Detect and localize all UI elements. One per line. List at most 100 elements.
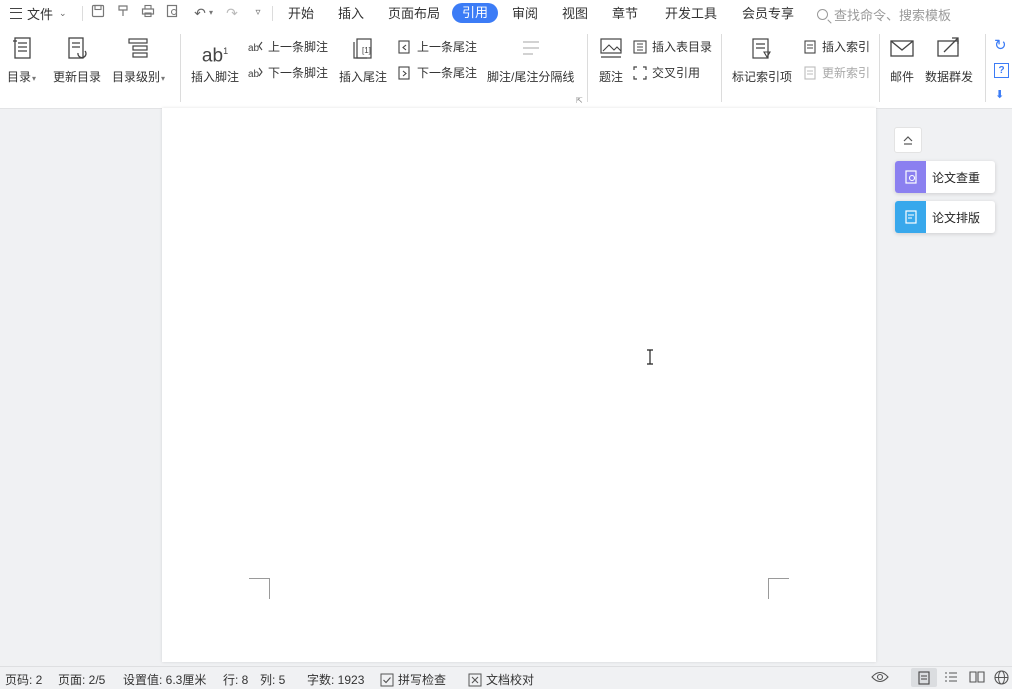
group-divider bbox=[180, 34, 181, 102]
print-preview-icon[interactable] bbox=[164, 4, 182, 22]
document-page[interactable] bbox=[162, 108, 876, 662]
mail-button[interactable]: 邮件 bbox=[889, 36, 915, 85]
group-divider bbox=[721, 34, 722, 102]
next-endnote-button[interactable]: 下一条尾注 bbox=[397, 64, 477, 81]
caption-button[interactable]: 题注 bbox=[598, 36, 624, 85]
collapse-up-icon bbox=[903, 136, 913, 145]
tab-chapter[interactable]: 章节 bbox=[610, 5, 640, 23]
update-toc-label: 更新目录 bbox=[53, 70, 102, 84]
group-divider bbox=[879, 34, 880, 102]
paper-formatting-button[interactable]: 论文排版 bbox=[895, 201, 995, 233]
chevron-down-icon: ⌄ bbox=[59, 7, 67, 18]
eye-protection-icon[interactable] bbox=[871, 670, 889, 687]
undo-dropdown-icon[interactable]: ▾ bbox=[209, 8, 213, 17]
update-toc-icon bbox=[68, 37, 87, 59]
plagiarism-check-button[interactable]: 论文查重 bbox=[895, 161, 995, 193]
mail-icon bbox=[890, 40, 914, 57]
footnote-icon: ab1 bbox=[201, 45, 229, 67]
file-menu-label: 文件 bbox=[27, 6, 54, 22]
prev-footnote-button[interactable]: ab 上一条脚注 bbox=[248, 38, 328, 55]
help-icon[interactable]: ? bbox=[994, 63, 1009, 78]
data-mass-send-button[interactable]: 数据群发 bbox=[925, 36, 973, 85]
dialog-launcher-icon[interactable]: ⇱ bbox=[576, 96, 583, 105]
side-panel-collapse-button[interactable] bbox=[894, 127, 922, 153]
tab-member-exclusive[interactable]: 会员专享 bbox=[740, 5, 796, 23]
format-painter-icon[interactable] bbox=[114, 4, 132, 22]
next-endnote-icon bbox=[398, 65, 410, 80]
prev-endnote-button[interactable]: 上一条尾注 bbox=[397, 38, 477, 55]
next-endnote-label: 下一条尾注 bbox=[417, 66, 478, 80]
page-view-icon[interactable] bbox=[911, 668, 937, 687]
customize-quick-access-icon[interactable]: ▿ bbox=[249, 4, 267, 22]
undo-icon[interactable]: ↶ bbox=[191, 4, 209, 22]
prev-endnote-label: 上一条尾注 bbox=[417, 40, 478, 54]
prev-footnote-icon: ab bbox=[248, 41, 263, 54]
prev-endnote-icon bbox=[398, 39, 410, 54]
cross-reference-button[interactable]: 交叉引用 bbox=[632, 64, 700, 81]
redo-icon[interactable]: ↷ bbox=[223, 4, 241, 22]
caption-label: 题注 bbox=[598, 70, 623, 84]
toc-icon bbox=[12, 37, 31, 59]
paper-formatting-label: 论文排版 bbox=[932, 210, 981, 225]
dropdown-arrow-icon: ▾ bbox=[161, 74, 166, 83]
plagiarism-check-icon bbox=[895, 161, 926, 193]
insert-index-icon bbox=[804, 39, 816, 54]
footnote-separator-button[interactable]: 脚注/尾注分隔线 bbox=[487, 36, 574, 85]
text-cursor-icon bbox=[646, 349, 654, 368]
tab-home[interactable]: 开始 bbox=[286, 5, 316, 23]
mark-index-entry-button[interactable]: 标记索引项 bbox=[732, 36, 792, 85]
cross-reference-icon bbox=[633, 65, 647, 80]
spell-check-icon bbox=[380, 673, 394, 686]
refresh-icon[interactable]: ↻ bbox=[994, 36, 1007, 54]
doc-proofread-button[interactable]: 文档校对 bbox=[468, 671, 534, 688]
tab-insert[interactable]: 插入 bbox=[336, 5, 366, 23]
update-index-button[interactable]: 更新索引 bbox=[802, 64, 870, 81]
separator-line-icon bbox=[522, 41, 539, 55]
group-divider bbox=[587, 34, 588, 102]
tab-review[interactable]: 审阅 bbox=[510, 5, 540, 23]
print-icon[interactable] bbox=[139, 4, 157, 22]
next-footnote-button[interactable]: ab 下一条脚注 bbox=[248, 64, 328, 81]
mail-label: 邮件 bbox=[889, 70, 914, 84]
word-count[interactable]: 字数: 1923 bbox=[307, 671, 364, 688]
command-search[interactable]: 查找命令、搜索模板 bbox=[817, 5, 951, 24]
setting-value[interactable]: 设置值: 6.3厘米 bbox=[123, 671, 206, 688]
insert-table-of-figures-button[interactable]: 插入表目录 bbox=[632, 38, 712, 55]
toc-level-button[interactable]: 目录级别▾ bbox=[112, 36, 165, 85]
toc-button[interactable]: 目录▾ bbox=[7, 36, 36, 85]
tab-references[interactable]: 引用 bbox=[452, 3, 499, 23]
reading-view-icon[interactable] bbox=[969, 670, 985, 687]
status-bar: 页码: 2 页面: 2/5 设置值: 6.3厘米 行: 8 列: 5 字数: 1… bbox=[0, 666, 1012, 689]
footnote-separator-label: 脚注/尾注分隔线 bbox=[487, 70, 575, 84]
svg-text:ab: ab bbox=[248, 43, 260, 54]
insert-table-of-figures-label: 插入表目录 bbox=[652, 40, 713, 54]
plagiarism-check-label: 论文查重 bbox=[932, 170, 981, 185]
insert-footnote-button[interactable]: ab1 插入脚注 bbox=[191, 36, 239, 85]
save-icon[interactable] bbox=[89, 4, 107, 22]
insert-index-button[interactable]: 插入索引 bbox=[802, 38, 870, 55]
update-index-icon bbox=[804, 65, 816, 80]
web-view-icon[interactable] bbox=[994, 670, 1009, 688]
divider bbox=[82, 6, 83, 21]
outline-view-icon[interactable] bbox=[944, 670, 958, 687]
dropdown-arrow-icon: ▾ bbox=[32, 74, 37, 83]
row-indicator: 行: 8 bbox=[223, 673, 249, 687]
group-divider bbox=[985, 34, 986, 102]
collapse-ribbon-icon[interactable]: ⬇ bbox=[995, 88, 1004, 101]
update-toc-button[interactable]: 更新目录 bbox=[53, 36, 101, 85]
page-margin-corner-left bbox=[249, 578, 270, 599]
spell-check-button[interactable]: 拼写检查 bbox=[380, 671, 446, 688]
file-menu-button[interactable]: 文件 ⌄ bbox=[10, 4, 67, 22]
page-count[interactable]: 页面: 2/5 bbox=[58, 671, 105, 688]
tab-developer-tools[interactable]: 开发工具 bbox=[663, 5, 719, 23]
tab-view[interactable]: 视图 bbox=[560, 5, 590, 23]
tab-page-layout[interactable]: 页面布局 bbox=[386, 5, 442, 23]
divider bbox=[272, 6, 273, 21]
toc-label: 目录 bbox=[7, 70, 32, 84]
insert-endnote-button[interactable]: [1] 插入尾注 bbox=[339, 36, 387, 85]
page-code[interactable]: 页码: 2 bbox=[5, 671, 42, 688]
cross-reference-label: 交叉引用 bbox=[652, 66, 701, 80]
proofread-icon bbox=[468, 673, 482, 686]
svg-text:ab: ab bbox=[248, 69, 260, 80]
prev-footnote-label: 上一条脚注 bbox=[268, 40, 329, 54]
